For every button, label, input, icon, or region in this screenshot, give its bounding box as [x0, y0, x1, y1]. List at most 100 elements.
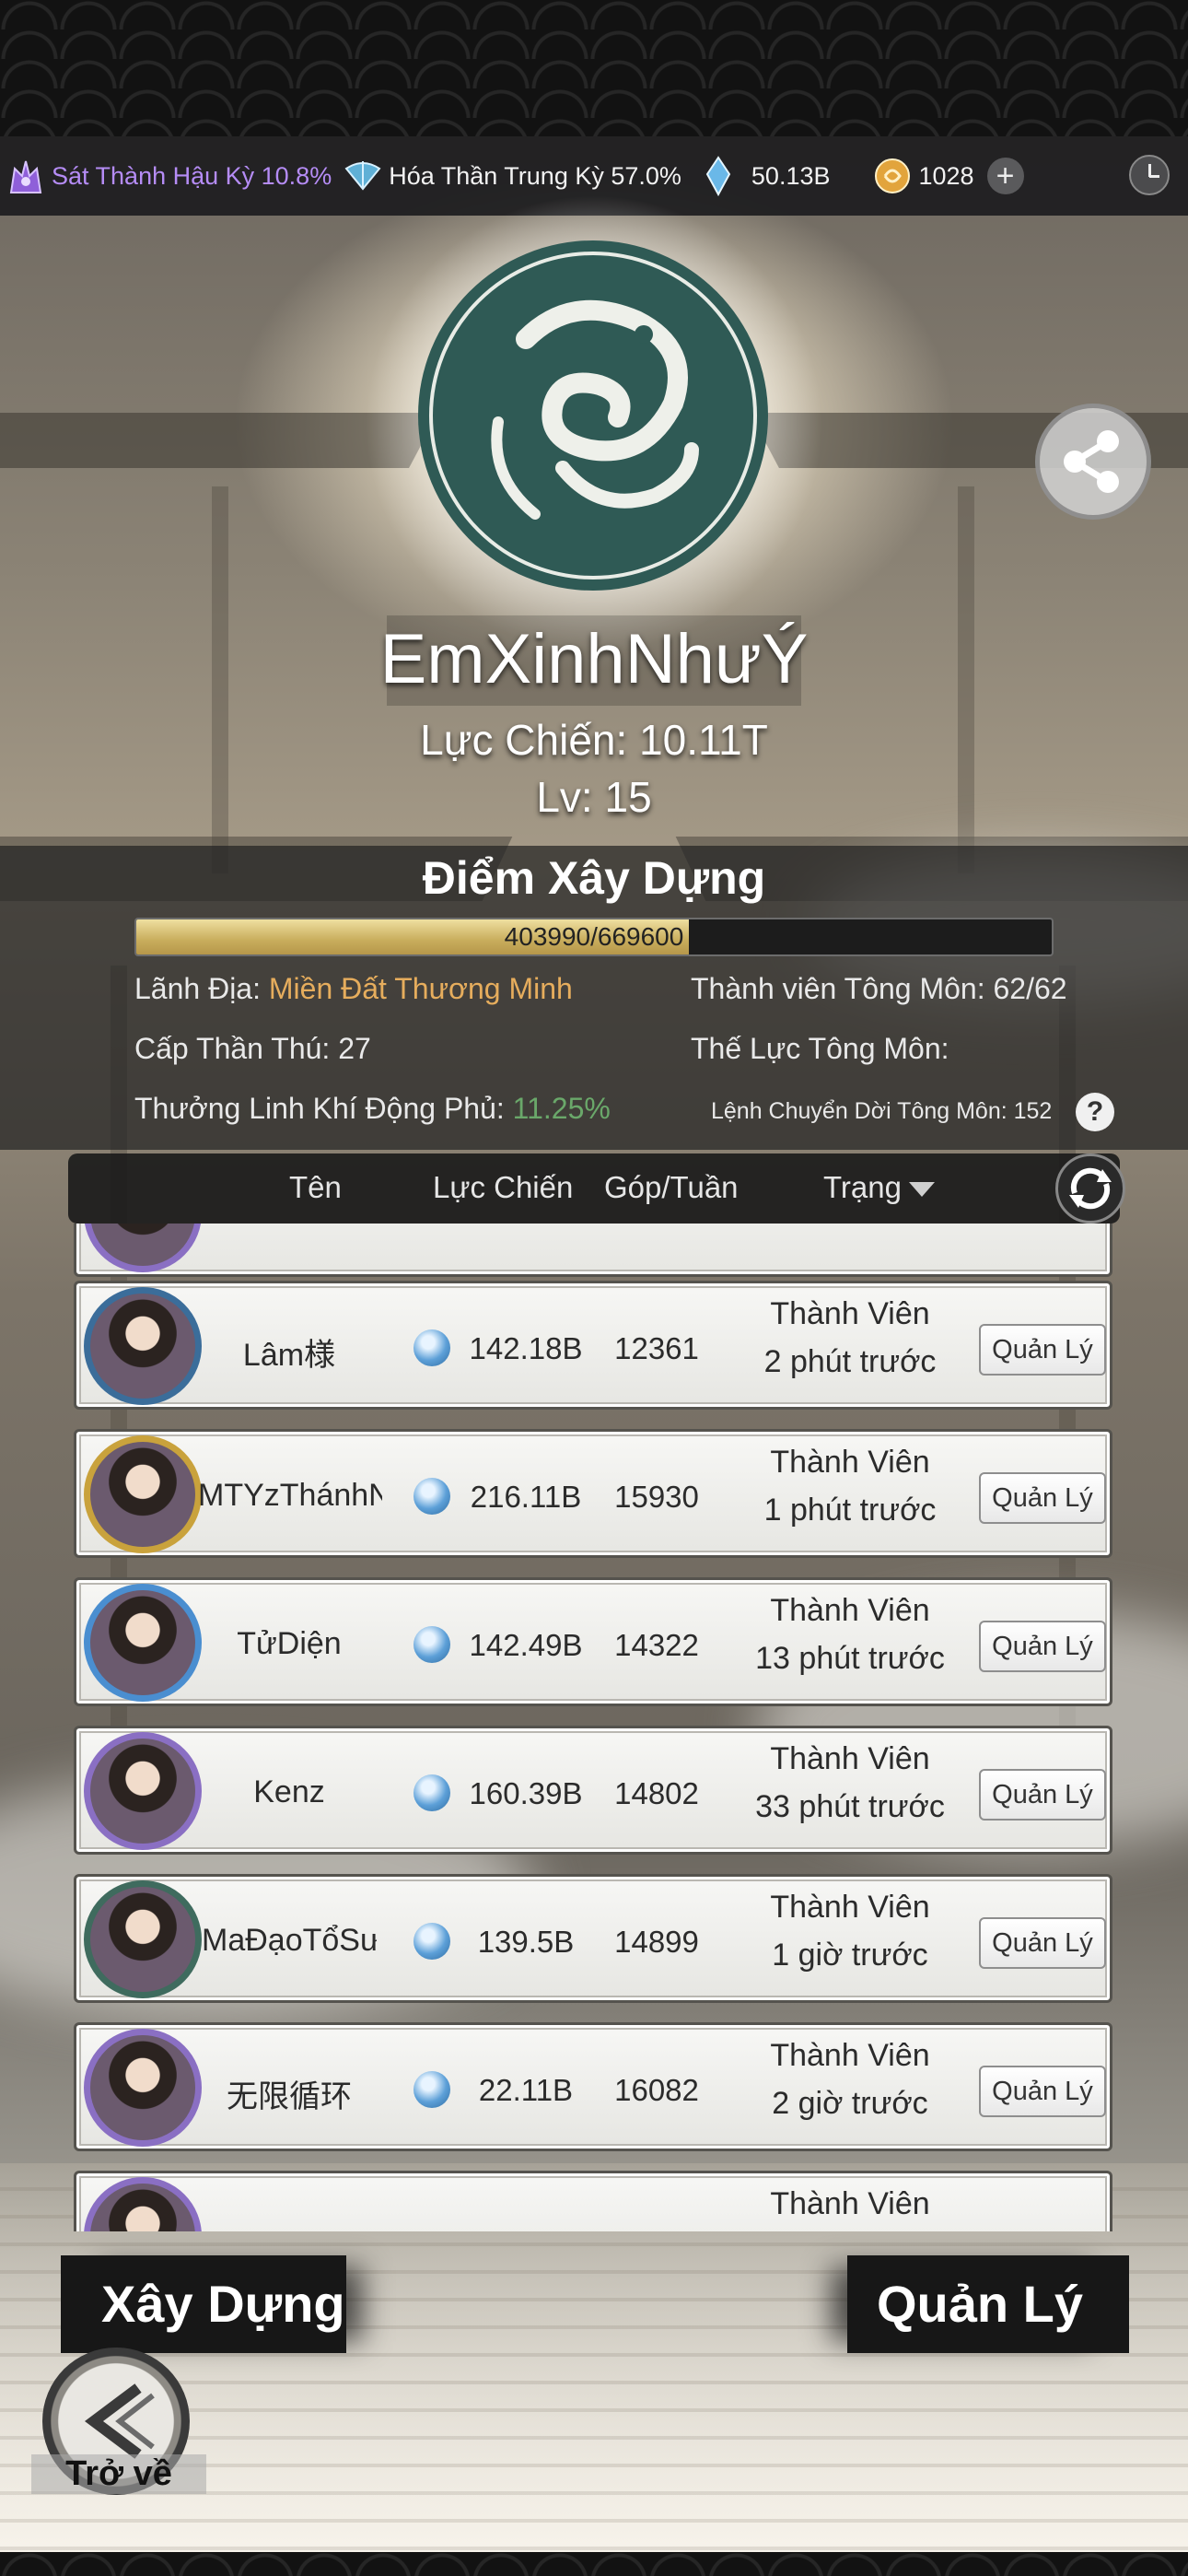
bottom-decorative-border — [0, 2552, 1188, 2576]
refresh-icon — [1069, 1167, 1112, 1210]
top-decorative-border — [0, 0, 1188, 136]
member-row[interactable]: MaĐạoTổSư 139.5B 14899 Thành Viên 1 giờ … — [74, 1874, 1112, 2003]
bonus-value: 11.25% — [512, 1092, 611, 1125]
member-role: Thành Viên — [770, 1593, 930, 1628]
member-name: 无限循环 — [227, 2079, 352, 2114]
col-name-header[interactable]: Tên — [289, 1170, 342, 1205]
realm-primary-text: Sát Thành Hậu Kỳ 10.8% — [52, 161, 332, 190]
member-avatar[interactable] — [84, 1224, 202, 1272]
member-avatar[interactable] — [84, 1880, 202, 1998]
member-power: 22.11B — [478, 2073, 574, 2107]
member-role: Thành Viên — [770, 1741, 930, 1776]
member-count: Thành viên Tông Môn: 62/62 — [691, 972, 1067, 1005]
back-label[interactable]: Trở về — [31, 2454, 206, 2494]
power-orb-icon — [413, 1329, 450, 1366]
member-role: Thành Viên — [770, 1890, 930, 1925]
gold-currency[interactable]: 1028 + — [867, 156, 1024, 196]
member-row[interactable]: Thành Viên — [74, 2171, 1112, 2231]
beast-level: Cấp Thần Thú: 27 — [134, 1032, 371, 1065]
member-avatar[interactable] — [84, 1287, 202, 1405]
member-avatar[interactable] — [84, 2029, 202, 2147]
col-contrib-header[interactable]: Góp/Tuần — [604, 1170, 739, 1205]
guild-level: Lv: 15 — [536, 773, 652, 821]
territory-value[interactable]: Miền Đất Thương Minh — [269, 972, 573, 1005]
member-last-online: 33 phút trước — [755, 1789, 945, 1824]
member-role: Thành Viên — [770, 1296, 930, 1331]
member-last-online: 2 giờ trước — [772, 2086, 928, 2121]
build-progress-text: 403990/669600 — [504, 922, 684, 951]
spirit-coin-icon — [875, 158, 911, 193]
member-name: Lâm様 — [242, 1338, 336, 1373]
member-last-online: 1 phút trước — [763, 1493, 937, 1528]
faction-label: Thế Lực Tông Môn: — [691, 1032, 949, 1065]
member-power: 142.49B — [469, 1628, 583, 1662]
member-name: MTYzThánhNho — [198, 1478, 382, 1513]
member-row[interactable] — [74, 1224, 1112, 1277]
sort-arrow-icon — [908, 1182, 935, 1198]
build-button[interactable]: Xây Dựng — [61, 2255, 346, 2353]
member-role: Thành Viên — [770, 2186, 930, 2221]
member-avatar[interactable] — [84, 1584, 202, 1702]
manage-member-button[interactable]: Quản Lý — [979, 1324, 1106, 1376]
manage-guild-button[interactable]: Quản Lý — [847, 2255, 1129, 2353]
member-avatar[interactable] — [84, 1732, 202, 1850]
crystal-currency[interactable]: 50.13B — [693, 156, 831, 196]
guild-name: EmXinhNhưÝ — [379, 620, 809, 698]
member-name: Kenz — [253, 1774, 325, 1809]
clock-icon[interactable] — [1129, 155, 1170, 195]
crystal-amount: 50.13B — [751, 161, 831, 190]
col-status-label: Trạng — [823, 1170, 902, 1204]
power-orb-icon — [413, 1478, 450, 1515]
member-row[interactable]: MTYzThánhNho 216.11B 15930 Thành Viên 1 … — [74, 1429, 1112, 1558]
power-orb-icon — [413, 1774, 450, 1811]
member-row[interactable]: 无限循环 22.11B 16082 Thành Viên 2 giờ trước… — [74, 2022, 1112, 2151]
help-button[interactable]: ? — [1076, 1093, 1114, 1131]
member-table-header: Tên Lực Chiến Góp/Tuần Trạng — [68, 1153, 1120, 1224]
manage-member-button[interactable]: Quản Lý — [979, 1621, 1106, 1672]
refresh-button[interactable] — [1055, 1153, 1125, 1224]
member-row[interactable]: Kenz 160.39B 14802 Thành Viên 33 phút tr… — [74, 1726, 1112, 1855]
guild-emblem-dragon-icon — [418, 240, 768, 591]
manage-member-button[interactable]: Quản Lý — [979, 1472, 1106, 1524]
build-points-title: Điểm Xây Dựng — [422, 852, 766, 904]
member-contribution: 14802 — [614, 1776, 699, 1810]
member-power: 160.39B — [469, 1776, 583, 1810]
member-last-online: 1 giờ trước — [772, 1938, 928, 1973]
manage-member-button[interactable]: Quản Lý — [979, 1769, 1106, 1821]
realm-primary[interactable]: Sát Thành Hậu Kỳ 10.8% — [0, 156, 332, 196]
bonus-line: Thưởng Linh Khí Động Phủ: 11.25% — [134, 1092, 611, 1126]
member-contribution: 12361 — [614, 1331, 699, 1365]
power-orb-icon — [413, 1923, 450, 1960]
member-row[interactable]: TửDiện 142.49B 14322 Thành Viên 13 phút … — [74, 1577, 1112, 1706]
member-role: Thành Viên — [770, 1445, 930, 1480]
manage-member-button[interactable]: Quản Lý — [979, 1917, 1106, 1969]
member-name: MaĐạoTổSư — [202, 1923, 377, 1958]
member-list[interactable]: Lâm様 142.18B 12361 Thành Viên 2 phút trư… — [64, 1224, 1124, 2231]
member-power: 139.5B — [477, 1925, 575, 1959]
member-avatar[interactable] — [84, 1435, 202, 1553]
manage-member-button[interactable]: Quản Lý — [979, 2066, 1106, 2117]
col-power-header[interactable]: Lực Chiến — [433, 1170, 573, 1205]
member-row[interactable]: Lâm様 142.18B 12361 Thành Viên 2 phút trư… — [74, 1281, 1112, 1410]
crystal-icon — [705, 156, 731, 196]
member-contribution: 14899 — [614, 1925, 699, 1959]
member-contribution: 16082 — [614, 2073, 699, 2107]
member-last-online: 13 phút trước — [755, 1641, 945, 1676]
build-progress-bar: 403990/669600 — [134, 918, 1054, 956]
territory-label: Lãnh Địa: — [134, 972, 261, 1005]
member-avatar[interactable] — [84, 2177, 202, 2231]
member-role: Thành Viên — [770, 2038, 930, 2073]
add-currency-button[interactable]: + — [986, 158, 1024, 194]
member-power: 216.11B — [470, 1480, 582, 1514]
gold-amount: 1028 — [918, 161, 974, 190]
member-power: 142.18B — [469, 1331, 583, 1365]
col-status-header[interactable]: Trạng — [823, 1170, 935, 1205]
member-name: TửDiện — [237, 1626, 342, 1661]
transfer-orders: Lệnh Chuyển Dời Tông Môn: 152 — [711, 1098, 1053, 1124]
share-button[interactable] — [1035, 404, 1151, 520]
guild-power: Lực Chiến: 10.11T — [420, 716, 768, 764]
power-orb-icon — [413, 2071, 450, 2108]
member-last-online: 2 phút trước — [763, 1344, 937, 1379]
member-contribution: 14322 — [614, 1628, 699, 1662]
realm-secondary[interactable]: Hóa Thần Trung Kỳ 57.0% — [337, 156, 681, 196]
